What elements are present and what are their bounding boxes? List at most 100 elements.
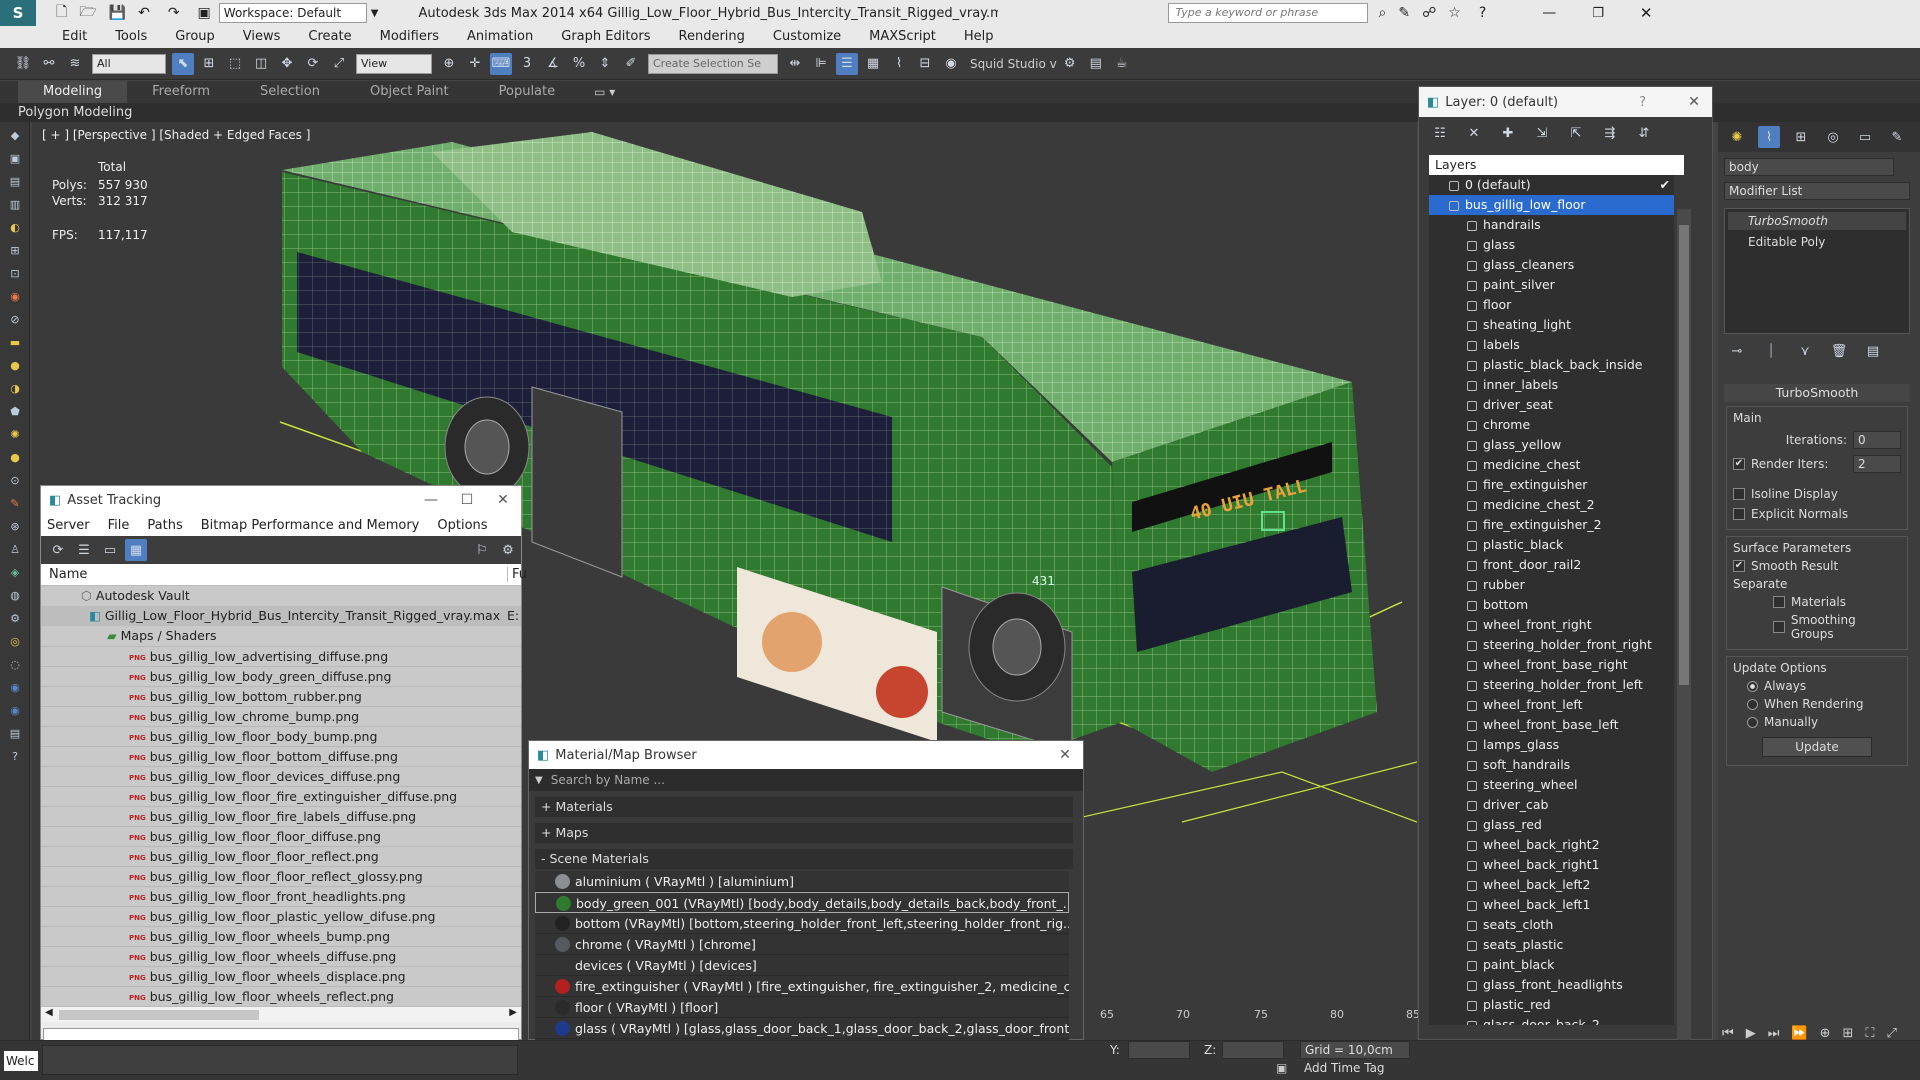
tool-3-icon[interactable]: ▤ [3, 171, 27, 191]
layer-item[interactable]: soft_handrails [1429, 755, 1674, 775]
scroll-left-icon[interactable]: ◀ [45, 1007, 53, 1018]
asset-horizontal-scrollbar[interactable]: ◀ ▶ [41, 1006, 521, 1022]
select-by-name-icon[interactable]: ⊞ [198, 53, 220, 75]
help-icon[interactable]: ? [1639, 95, 1646, 110]
add-time-tag-button[interactable]: Add Time Tag [1304, 1061, 1385, 1075]
layer-item[interactable]: fire_extinguisher [1429, 475, 1674, 495]
section-materials[interactable]: + Materials [535, 797, 1073, 817]
next-frame-icon[interactable]: ⏭ [1768, 1026, 1780, 1041]
update-button[interactable]: Update [1762, 737, 1872, 757]
undo-icon[interactable]: ↶ [138, 5, 150, 21]
tool-8-icon[interactable]: ◉ [3, 286, 27, 306]
asset-file-row[interactable]: PNG bus_gillig_low_floor_fire_extinguishe… [41, 786, 521, 806]
help-icon[interactable]: ? [1479, 5, 1486, 21]
material-search-input[interactable]: Search by Name ... [551, 773, 665, 787]
select-objects-icon[interactable]: ⇱ [1565, 122, 1587, 144]
mirror-icon[interactable]: ⇹ [784, 53, 806, 75]
select-manipulate-icon[interactable]: ✛ [464, 53, 486, 75]
close-icon[interactable]: ✕ [1047, 747, 1083, 763]
asset-file-row[interactable]: PNG bus_gillig_low_floor_fire_labels_diff… [41, 806, 521, 826]
menu-modifiers[interactable]: Modifiers [366, 26, 453, 48]
open-file-icon[interactable]: 🗁 [79, 1, 96, 25]
asset-file-row[interactable]: PNG bus_gillig_low_floor_wheels_diffuse.p… [41, 946, 521, 966]
binoculars-icon[interactable]: ⌕ [1378, 5, 1386, 21]
minimize-icon[interactable]: — [1542, 5, 1556, 21]
layer-item[interactable]: sheating_light [1429, 315, 1674, 335]
layer-item[interactable]: glass_yellow [1429, 435, 1674, 455]
close-icon[interactable]: ✕ [1640, 4, 1653, 22]
layer-item[interactable]: wheel_back_left2 [1429, 875, 1674, 895]
add-to-layer-icon[interactable]: ⇲ [1531, 122, 1553, 144]
separate-materials-checkbox[interactable] [1773, 596, 1785, 608]
layer-item[interactable]: plastic_black [1429, 535, 1674, 555]
motion-tab-icon[interactable]: ◎ [1822, 126, 1844, 148]
remove-modifier-icon[interactable]: 🗑 [1828, 340, 1850, 362]
menu-graph-editors[interactable]: Graph Editors [547, 26, 664, 48]
window-crossing-icon[interactable]: ◫ [250, 53, 272, 75]
layer-panel-titlebar[interactable]: ◧ Layer: 0 (default) ? ✕ [1419, 87, 1712, 117]
scene-material-item[interactable]: glass ( VRayMtl ) [glass,glass_door_back… [535, 1018, 1069, 1039]
layer-default-row[interactable]: 0 (default) ✔ [1429, 175, 1674, 195]
section-scene-materials[interactable]: - Scene Materials [535, 849, 1073, 869]
asset-vault-row[interactable]: ⬡ Autodesk Vault [41, 586, 521, 606]
timeline-ruler[interactable]: 65 70 75 80 85 [1090, 1000, 1420, 1022]
tool-27-icon[interactable]: ▤ [3, 723, 27, 743]
selection-filter-select[interactable]: All [92, 53, 166, 74]
z-coordinate-field[interactable] [1222, 1041, 1284, 1059]
scene-material-item[interactable]: floor ( VRayMtl ) [floor] [535, 997, 1069, 1018]
tab-selection[interactable]: Selection [235, 81, 345, 103]
asset-tracking-titlebar[interactable]: ◧ Asset Tracking — ☐ ✕ [41, 486, 521, 514]
menu-tools[interactable]: Tools [101, 26, 161, 48]
stack-editable-poly[interactable]: Editable Poly [1728, 233, 1906, 251]
tool-4-icon[interactable]: ▥ [3, 194, 27, 214]
menu-edit[interactable]: Edit [48, 26, 101, 48]
layer-item[interactable]: lamps_glass [1429, 735, 1674, 755]
render-teapot-icon[interactable]: ☕ [1111, 53, 1133, 75]
close-icon[interactable]: ✕ [1676, 94, 1712, 110]
layer-item[interactable]: wheel_front_base_right [1429, 655, 1674, 675]
update-when-rendering-radio[interactable] [1747, 698, 1758, 710]
go-to-end-icon[interactable]: ⏩ [1791, 1026, 1807, 1041]
asset-file-row[interactable]: PNG bus_gillig_low_floor_floor_reflect.pn… [41, 846, 521, 866]
isoline-checkbox[interactable] [1733, 488, 1745, 500]
layer-item[interactable]: medicine_chest_2 [1429, 495, 1674, 515]
menu-options[interactable]: Options [437, 518, 487, 533]
menu-create[interactable]: Create [294, 26, 365, 48]
zoom-icon[interactable]: ⊕ [1820, 1026, 1831, 1041]
menu-group[interactable]: Group [161, 26, 229, 48]
update-always-radio[interactable] [1747, 680, 1758, 692]
menu-help[interactable]: Help [950, 26, 1008, 48]
y-coordinate-field[interactable] [1128, 1041, 1190, 1059]
create-layer-icon[interactable]: ✚ [1497, 122, 1519, 144]
restore-icon[interactable]: ❐ [1592, 6, 1604, 21]
tab-modeling[interactable]: Modeling [18, 81, 128, 103]
asset-file-row[interactable]: PNG bus_gillig_low_floor_bottom_diffuse.p… [41, 746, 521, 766]
layer-item[interactable]: paint_black [1429, 955, 1674, 975]
layer-item[interactable]: plastic_black_back_inside [1429, 355, 1674, 375]
create-tab-icon[interactable]: ✺ [1726, 126, 1748, 148]
schematic-view-icon[interactable]: ⊟ [914, 53, 936, 75]
asset-file-row[interactable]: PNG bus_gillig_low_body_green_diffuse.png [41, 666, 521, 686]
scene-material-item[interactable]: body_green_001 (VRayMtl) [body,body_deta… [535, 892, 1069, 913]
asset-file-row[interactable]: PNG bus_gillig_low_floor_front_headlights… [41, 886, 521, 906]
highlight-layer-icon[interactable]: ⇶ [1599, 122, 1621, 144]
layer-item[interactable]: glass_red [1429, 815, 1674, 835]
save-icon[interactable]: 💾 [109, 5, 126, 21]
named-selection-select[interactable]: Create Selection Se [648, 53, 778, 74]
layer-item[interactable]: bottom [1429, 595, 1674, 615]
show-end-result-icon[interactable]: ⏐ [1760, 340, 1782, 362]
align-icon[interactable]: ⊫ [810, 53, 832, 75]
asset-file-row[interactable]: PNG bus_gillig_low_chrome_bump.png [41, 706, 521, 726]
go-to-start-icon[interactable]: ⏮ [1722, 1026, 1734, 1041]
modifier-list-select[interactable]: Modifier List [1724, 182, 1910, 200]
menu-paths[interactable]: Paths [147, 518, 182, 533]
layer-item[interactable]: glass_cleaners [1429, 255, 1674, 275]
menu-file[interactable]: File [108, 518, 130, 533]
layer-item[interactable]: driver_seat [1429, 395, 1674, 415]
layer-item[interactable]: seats_plastic [1429, 935, 1674, 955]
chevron-down-icon[interactable]: ▼ [371, 8, 379, 19]
layer-item[interactable]: front_door_rail2 [1429, 555, 1674, 575]
layer-item[interactable]: handrails [1429, 215, 1674, 235]
asset-file-row[interactable]: PNG bus_gillig_low_floor_floor_diffuse.pn… [41, 826, 521, 846]
layer-item[interactable]: paint_silver [1429, 275, 1674, 295]
